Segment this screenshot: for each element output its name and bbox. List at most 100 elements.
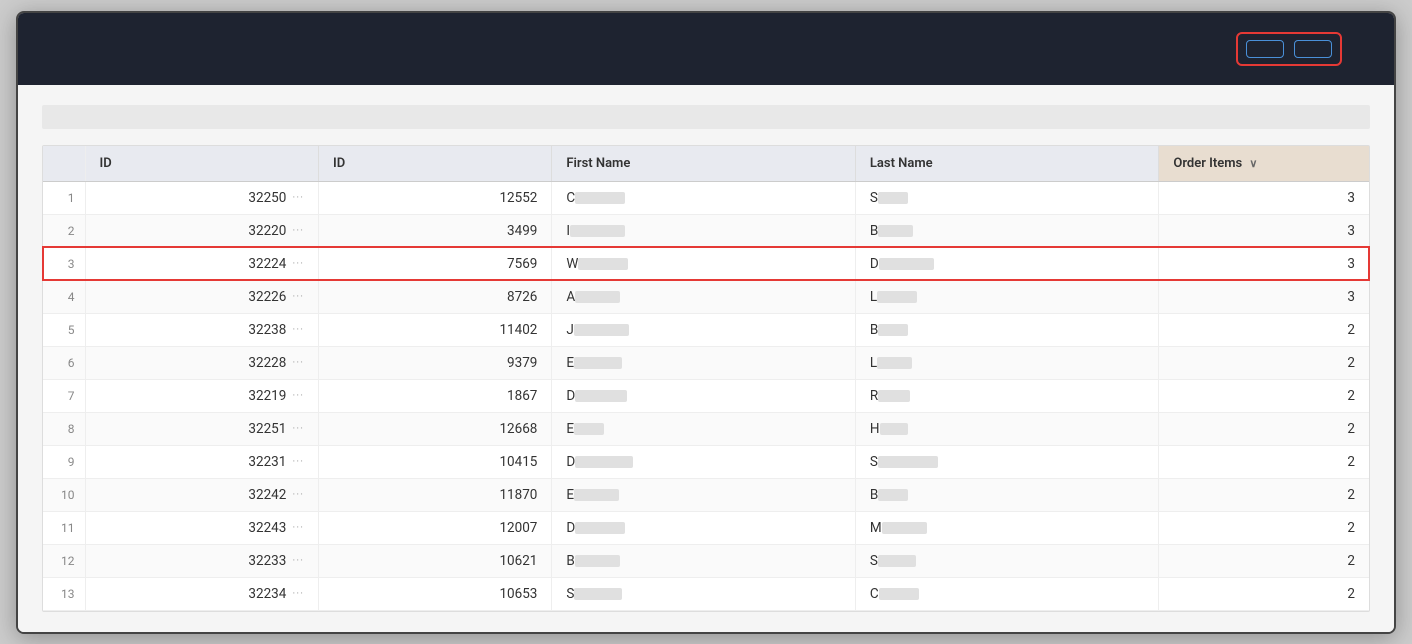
subtitle-bar <box>42 105 1370 129</box>
cell-lastname: B <box>855 214 1158 247</box>
cell-lastname: M <box>855 511 1158 544</box>
table-row[interactable]: 332224···7569WD3 <box>43 247 1369 280</box>
sort-arrow-icon: ∨ <box>1249 157 1257 170</box>
ellipsis-icon: ··· <box>292 323 304 336</box>
cell-firstname: E <box>552 478 855 511</box>
ellipsis-icon: ··· <box>292 356 304 369</box>
cell-firstname: B <box>552 544 855 577</box>
blurred-text <box>574 357 622 369</box>
cell-lastname: L <box>855 280 1158 313</box>
cell-orderitems: 2 <box>1159 379 1369 412</box>
col-header-orderitems[interactable]: Order Items ∨ <box>1159 146 1369 182</box>
cell-id1: 32220··· <box>85 214 318 247</box>
blurred-text <box>575 456 633 468</box>
cell-orderitems: 3 <box>1159 247 1369 280</box>
cell-id1: 32233··· <box>85 544 318 577</box>
cell-orderitems: 2 <box>1159 445 1369 478</box>
cell-id1: 32243··· <box>85 511 318 544</box>
cell-id1: 32219··· <box>85 379 318 412</box>
blurred-text <box>882 522 927 534</box>
blurred-text <box>575 555 620 567</box>
ellipsis-icon: ··· <box>292 521 304 534</box>
cell-lastname: S <box>855 544 1158 577</box>
blurred-text <box>877 291 917 303</box>
cell-id2: 10653 <box>318 577 551 610</box>
table-row[interactable]: 1132243···12007DM2 <box>43 511 1369 544</box>
modal-body: ID ID First Name Last Name Order Items ∨… <box>18 85 1394 632</box>
table-row[interactable]: 1032242···11870EB2 <box>43 478 1369 511</box>
table-row[interactable]: 832251···12668EH2 <box>43 412 1369 445</box>
blurred-text <box>879 588 919 600</box>
cell-id1: 32226··· <box>85 280 318 313</box>
blurred-text <box>878 192 908 204</box>
table-row[interactable]: 432226···8726AL3 <box>43 280 1369 313</box>
cell-id1: 32224··· <box>85 247 318 280</box>
blurred-text <box>877 357 912 369</box>
blurred-text <box>575 192 625 204</box>
cell-id1: 32231··· <box>85 445 318 478</box>
close-button[interactable] <box>1358 45 1374 53</box>
table-row[interactable]: 232220···3499IB3 <box>43 214 1369 247</box>
cell-lastname: L <box>855 346 1158 379</box>
cell-id1: 32234··· <box>85 577 318 610</box>
ellipsis-icon: ··· <box>292 488 304 501</box>
blurred-text <box>878 456 938 468</box>
table-row[interactable]: 632228···9379EL2 <box>43 346 1369 379</box>
ellipsis-icon: ··· <box>292 389 304 402</box>
cell-id2: 12007 <box>318 511 551 544</box>
cell-orderitems: 2 <box>1159 478 1369 511</box>
cell-lastname: B <box>855 478 1158 511</box>
table-row[interactable]: 132250···12552CS3 <box>43 181 1369 214</box>
ellipsis-icon: ··· <box>292 224 304 237</box>
table-row[interactable]: 732219···1867DR2 <box>43 379 1369 412</box>
cell-orderitems: 2 <box>1159 511 1369 544</box>
cell-lastname: B <box>855 313 1158 346</box>
cell-rownum: 2 <box>43 214 85 247</box>
blurred-text <box>575 291 620 303</box>
blurred-text <box>574 324 629 336</box>
cell-firstname: I <box>552 214 855 247</box>
cell-orderitems: 3 <box>1159 214 1369 247</box>
cell-firstname: C <box>552 181 855 214</box>
cell-firstname: D <box>552 379 855 412</box>
blurred-text <box>574 588 622 600</box>
cell-rownum: 4 <box>43 280 85 313</box>
cell-id1: 32251··· <box>85 412 318 445</box>
cell-id2: 1867 <box>318 379 551 412</box>
col-header-lastname: Last Name <box>855 146 1158 182</box>
cell-id2: 12668 <box>318 412 551 445</box>
table-row[interactable]: 1332234···10653SC2 <box>43 577 1369 610</box>
details-modal: ID ID First Name Last Name Order Items ∨… <box>16 11 1396 634</box>
blurred-text <box>880 423 908 435</box>
cell-firstname: D <box>552 445 855 478</box>
download-results-button[interactable] <box>1294 40 1332 58</box>
ellipsis-icon: ··· <box>292 257 304 270</box>
ellipsis-icon: ··· <box>292 191 304 204</box>
cell-rownum: 5 <box>43 313 85 346</box>
cell-orderitems: 3 <box>1159 181 1369 214</box>
cell-id1: 32242··· <box>85 478 318 511</box>
cell-firstname: S <box>552 577 855 610</box>
explore-from-here-button[interactable] <box>1246 40 1284 58</box>
blurred-text <box>575 390 627 402</box>
cell-lastname: S <box>855 181 1158 214</box>
col-header-firstname: First Name <box>552 146 855 182</box>
blurred-text <box>570 225 625 237</box>
cell-id2: 9379 <box>318 346 551 379</box>
cell-id2: 7569 <box>318 247 551 280</box>
table-row[interactable]: 532238···11402JB2 <box>43 313 1369 346</box>
table-row[interactable]: 1232233···10621BS2 <box>43 544 1369 577</box>
cell-id1: 32228··· <box>85 346 318 379</box>
table-row[interactable]: 932231···10415DS2 <box>43 445 1369 478</box>
blurred-text <box>878 489 908 501</box>
cell-id2: 10621 <box>318 544 551 577</box>
cell-id2: 8726 <box>318 280 551 313</box>
cell-rownum: 11 <box>43 511 85 544</box>
ellipsis-icon: ··· <box>292 422 304 435</box>
header-actions-group <box>1236 32 1342 66</box>
blurred-text <box>878 225 913 237</box>
blurred-text <box>878 390 910 402</box>
table-header-row: ID ID First Name Last Name Order Items ∨ <box>43 146 1369 182</box>
cell-id2: 3499 <box>318 214 551 247</box>
col-header-id1: ID <box>85 146 318 182</box>
